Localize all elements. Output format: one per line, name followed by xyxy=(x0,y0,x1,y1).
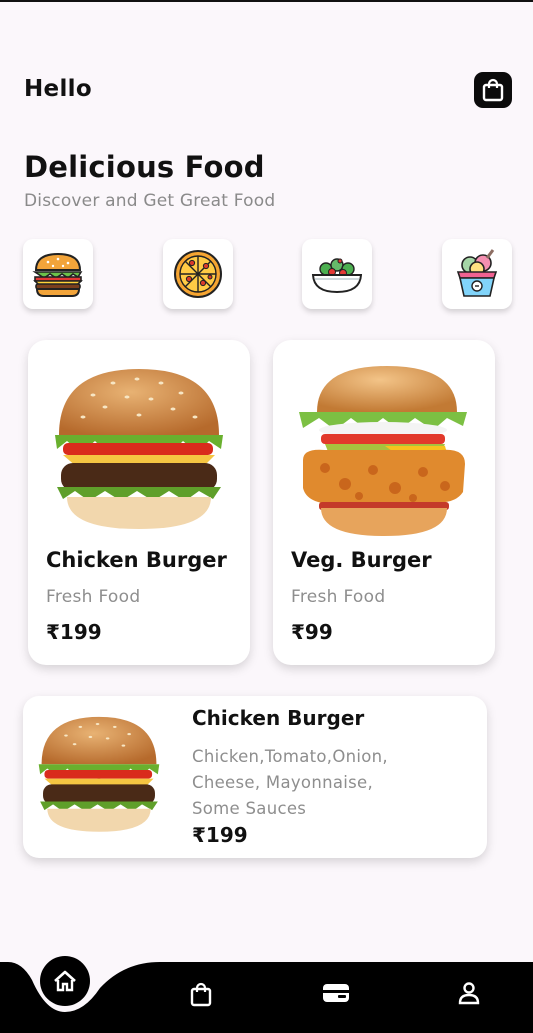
top-edge-line xyxy=(0,0,533,2)
nav-home-button[interactable] xyxy=(40,956,90,1006)
food-card-title: Veg. Burger xyxy=(291,548,432,572)
nav-wallet-button[interactable] xyxy=(316,973,356,1013)
chicken-burger-image xyxy=(55,369,223,529)
pizza-icon xyxy=(174,250,222,298)
food-card-veg-burger[interactable]: Veg. Burger Fresh Food ₹99 xyxy=(273,340,495,665)
description-line: Chicken,Tomato,Onion, xyxy=(192,747,388,766)
food-card-title: Chicken Burger xyxy=(46,548,227,572)
category-salad[interactable] xyxy=(302,239,372,309)
food-card-tag: Fresh Food xyxy=(46,587,141,607)
nav-cart-button[interactable] xyxy=(181,974,221,1014)
description-line: Cheese, Mayonnaise, xyxy=(192,773,374,792)
shopping-bag-icon xyxy=(190,982,212,1007)
chicken-burger-image xyxy=(38,716,160,832)
category-burger[interactable] xyxy=(23,239,93,309)
page-subtitle: Discover and Get Great Food xyxy=(24,191,276,211)
page-title: Delicious Food xyxy=(24,150,265,184)
food-card-chicken-burger[interactable]: Chicken Burger Fresh Food ₹199 xyxy=(28,340,250,665)
ice-cream-icon xyxy=(456,249,498,297)
food-card-tag: Fresh Food xyxy=(291,587,386,607)
category-pizza[interactable] xyxy=(163,239,233,309)
veg-burger-image xyxy=(299,366,467,536)
food-card-price: ₹199 xyxy=(46,620,102,644)
home-icon xyxy=(54,970,76,992)
category-ice-cream[interactable] xyxy=(442,239,512,309)
food-card-price: ₹99 xyxy=(291,620,333,644)
food-detail-description: Chicken,Tomato,Onion, Cheese, Mayonnaise… xyxy=(192,744,388,822)
wallet-icon xyxy=(323,984,349,1002)
food-detail-price: ₹199 xyxy=(192,823,248,847)
cart-button[interactable] xyxy=(474,72,512,108)
profile-icon xyxy=(458,982,480,1005)
greeting-text: Hello xyxy=(24,76,92,102)
shopping-bag-icon xyxy=(482,78,504,102)
nav-profile-button[interactable] xyxy=(449,973,489,1013)
salad-bowl-icon xyxy=(311,258,363,294)
food-detail-card[interactable]: Chicken Burger Chicken,Tomato,Onion, Che… xyxy=(23,696,487,858)
burger-icon xyxy=(32,252,83,297)
food-detail-title: Chicken Burger xyxy=(192,706,365,730)
description-line: Some Sauces xyxy=(192,799,307,818)
